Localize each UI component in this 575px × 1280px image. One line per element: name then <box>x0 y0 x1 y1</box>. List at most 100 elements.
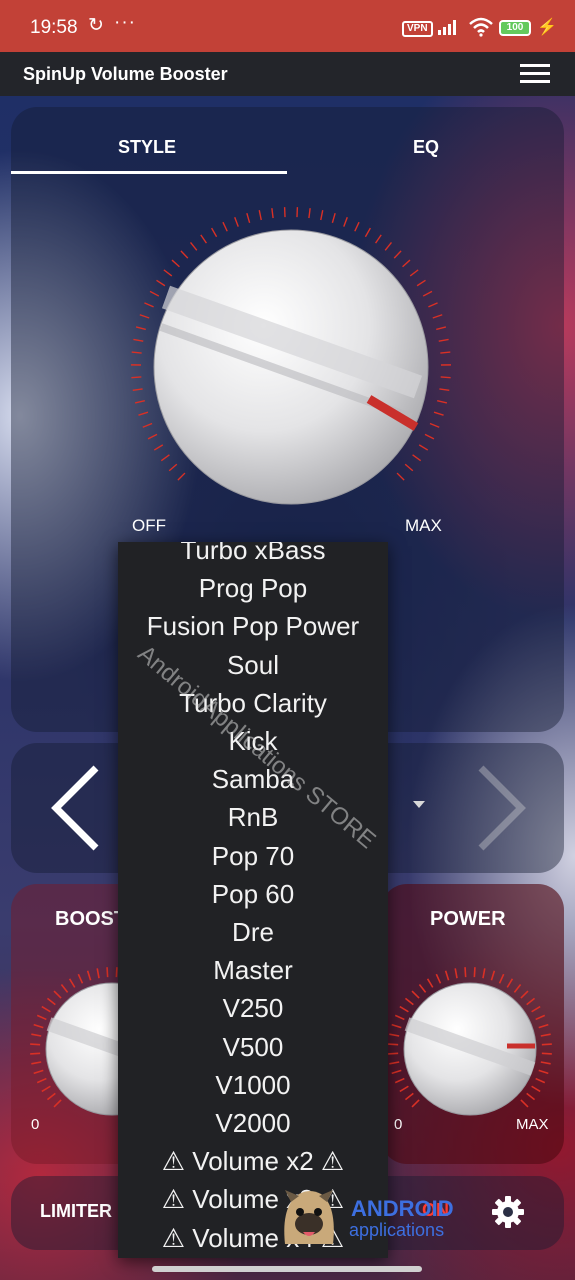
preset-option[interactable]: Fusion Pop Power <box>118 611 388 641</box>
next-preset-icon[interactable] <box>466 763 536 853</box>
power-max-label: MAX <box>516 1116 549 1133</box>
tab-eq[interactable]: EQ <box>413 137 439 158</box>
dial-tick <box>234 216 239 227</box>
dial-tick <box>396 472 405 481</box>
dial-tick <box>115 967 118 978</box>
preset-option[interactable]: Dre <box>118 917 388 947</box>
knob-off-label: OFF <box>132 516 166 535</box>
android-applications-logo: ANDROID applications <box>275 1186 475 1246</box>
preset-option[interactable]: Turbo xBass <box>118 542 388 565</box>
dial-tick <box>404 1092 414 1101</box>
dial-tick <box>482 968 486 979</box>
previous-preset-icon[interactable] <box>46 763 116 853</box>
preset-option[interactable]: ⚠ Volume x2 ⚠ <box>118 1146 388 1176</box>
dial-tick <box>168 463 178 472</box>
dial-tick <box>211 227 218 238</box>
dial-tick <box>180 250 189 259</box>
dial-tick <box>531 1005 541 1013</box>
dial-tick <box>68 978 76 988</box>
dial-tick <box>426 978 434 988</box>
status-dots: ··· <box>114 12 136 33</box>
dial-tick <box>404 463 414 472</box>
wifi-icon <box>469 17 493 37</box>
dial-tick <box>538 1069 549 1075</box>
dial-tick <box>139 314 150 319</box>
dial-tick <box>53 990 62 999</box>
app-bar: SpinUp Volume Booster <box>0 52 575 96</box>
dial-tick <box>331 213 336 224</box>
preset-option[interactable]: Prog Pop <box>118 573 388 603</box>
dial-tick <box>418 983 427 993</box>
dial-tick <box>133 338 144 342</box>
tab-style[interactable]: STYLE <box>118 137 176 158</box>
dial-tick <box>343 216 348 227</box>
dial-tick <box>189 242 198 251</box>
dropdown-caret-icon[interactable] <box>413 801 425 808</box>
dial-tick <box>320 210 324 221</box>
dial-tick <box>541 1052 552 1055</box>
dial-tick <box>428 302 438 308</box>
dial-tick <box>33 1069 44 1075</box>
dial-tick <box>135 326 146 331</box>
dial-tick <box>308 208 311 219</box>
dial-tick <box>490 970 496 981</box>
dial-tick <box>454 968 458 979</box>
dial-tick <box>436 326 447 331</box>
dial-tick <box>389 1061 400 1065</box>
dial-tick <box>440 376 451 379</box>
preset-option[interactable]: V250 <box>118 993 388 1023</box>
dial-tick <box>438 338 449 342</box>
menu-icon[interactable] <box>520 64 550 84</box>
dial-tick <box>364 227 371 238</box>
dial-tick <box>520 990 529 999</box>
app-title: SpinUp Volume Booster <box>23 64 228 84</box>
dial-tick <box>422 290 433 297</box>
signal-icon <box>438 20 456 35</box>
dial-tick <box>433 411 444 416</box>
dial-tick <box>531 1085 541 1093</box>
dial-tick <box>411 990 420 999</box>
preset-option[interactable]: Samba <box>118 764 388 794</box>
dial-tick <box>435 973 442 984</box>
dial-tick <box>535 1077 546 1084</box>
preset-option[interactable]: V1000 <box>118 1070 388 1100</box>
tab-indicator <box>11 171 287 174</box>
preset-option[interactable]: Pop 70 <box>118 841 388 871</box>
dial-tick <box>144 302 154 308</box>
volume-knob[interactable] <box>126 202 456 532</box>
power-knob[interactable] <box>385 964 555 1134</box>
preset-option[interactable]: Pop 60 <box>118 879 388 909</box>
dial-tick <box>131 351 142 354</box>
dial-tick <box>402 259 411 268</box>
dial-tick <box>498 973 505 984</box>
dial-tick <box>394 1077 405 1084</box>
dial-tick <box>429 422 440 428</box>
dial-tick <box>538 1023 549 1029</box>
dial-tick <box>153 444 164 451</box>
status-time: 19:58 <box>30 17 78 38</box>
dial-tick <box>388 1052 399 1055</box>
gear-icon[interactable] <box>491 1195 525 1229</box>
dial-tick <box>41 1005 51 1013</box>
dial-tick <box>391 1069 402 1075</box>
logo-line2: applications <box>349 1220 445 1240</box>
dial-tick <box>526 1092 536 1101</box>
dial-tick <box>416 279 426 287</box>
preset-option[interactable]: V2000 <box>118 1108 388 1138</box>
dial-tick <box>30 1043 41 1046</box>
dial-tick <box>147 433 158 440</box>
dial-tick <box>526 997 536 1006</box>
dial-tick <box>131 376 142 379</box>
dial-tick <box>149 290 160 297</box>
dial-tick <box>393 250 402 259</box>
power-min-label: 0 <box>394 1116 403 1133</box>
preset-option[interactable]: Master <box>118 955 388 985</box>
knob-max-label: MAX <box>405 516 442 535</box>
dial-tick <box>134 399 145 404</box>
limiter-label[interactable]: LIMITER <box>40 1201 112 1222</box>
preset-option[interactable]: Turbo Clarity <box>118 688 388 718</box>
dial-tick <box>96 968 100 979</box>
dial-tick <box>36 1077 47 1084</box>
preset-option[interactable]: V500 <box>118 1032 388 1062</box>
dial-tick <box>46 1092 56 1101</box>
